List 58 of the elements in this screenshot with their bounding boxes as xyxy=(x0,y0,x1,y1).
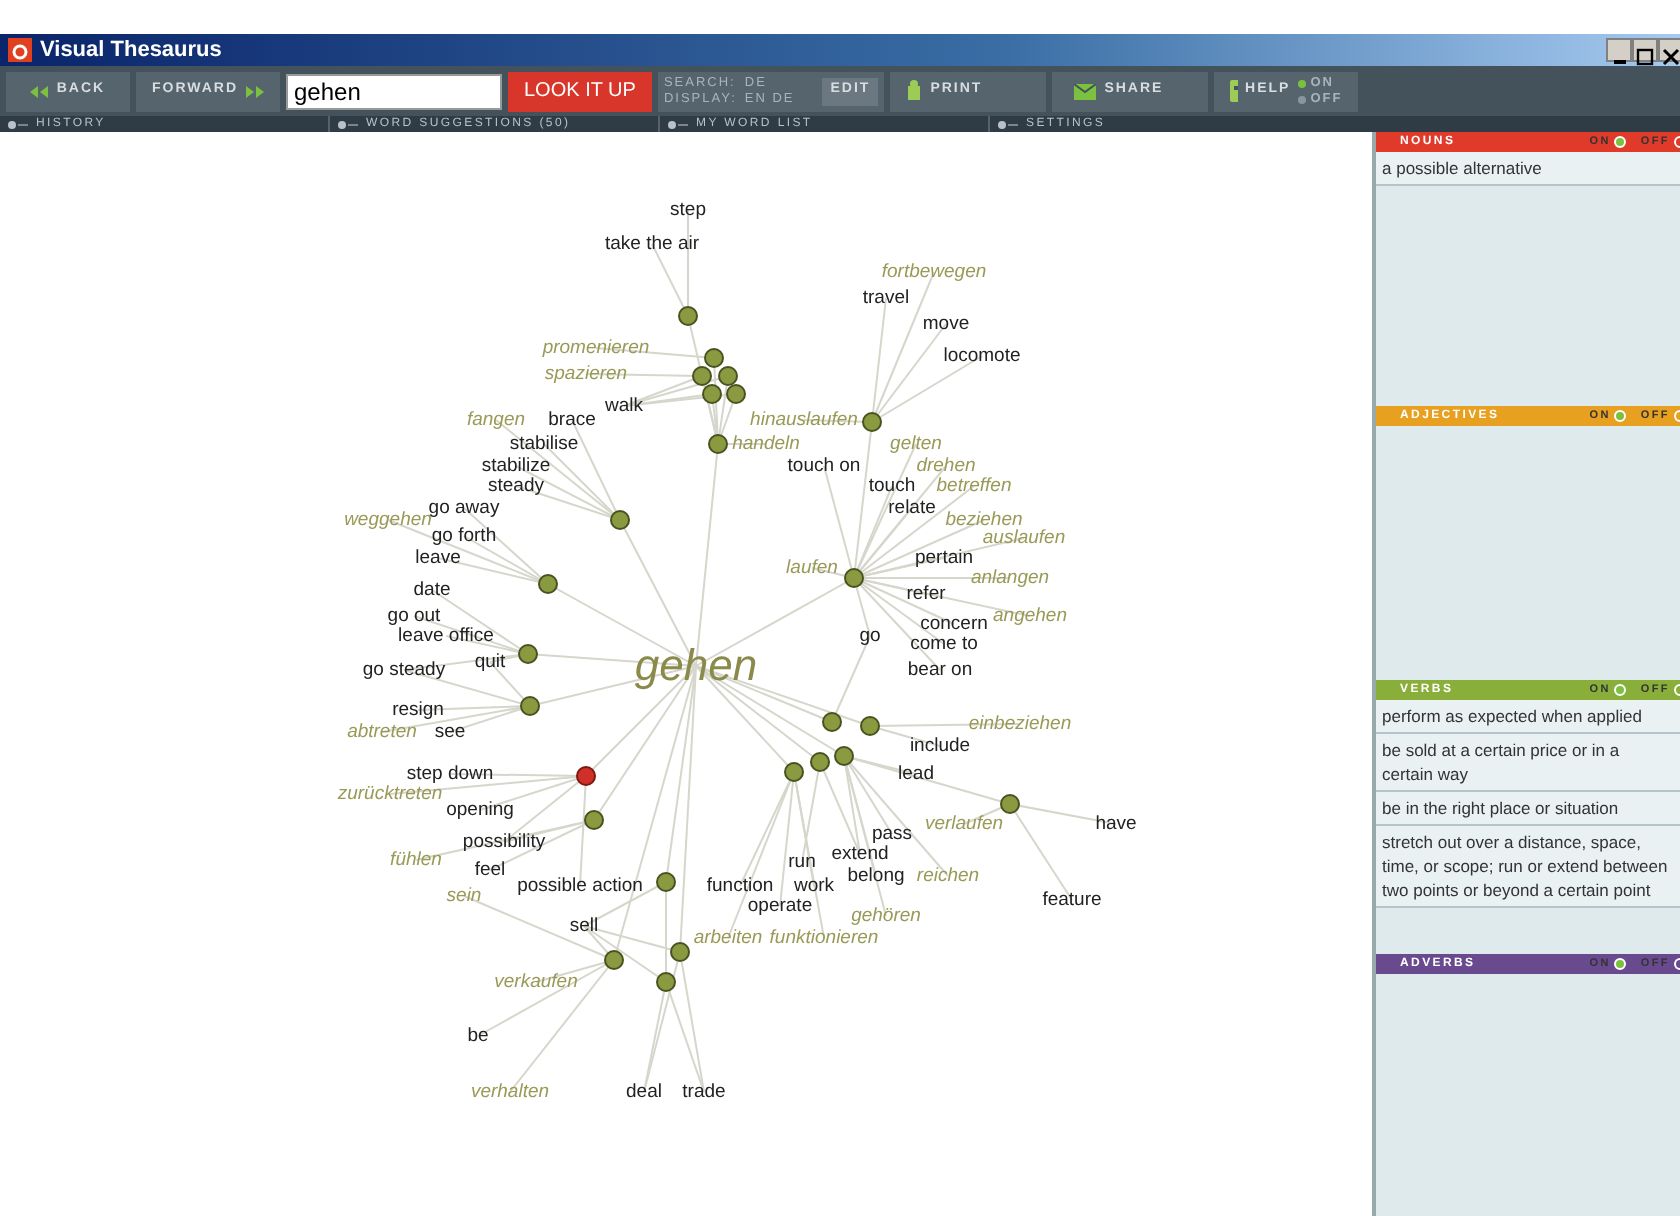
synonym-word[interactable]: deal xyxy=(626,1082,662,1102)
synonym-word[interactable]: operate xyxy=(747,896,813,916)
synonym-word[interactable]: step down xyxy=(406,764,494,784)
synonym-word[interactable]: work xyxy=(793,876,835,896)
synonym-word[interactable]: stabilise xyxy=(509,434,579,454)
synonym-word[interactable]: possible action xyxy=(517,876,643,896)
definition-item[interactable]: be in the right place or situation xyxy=(1376,792,1680,826)
synonym-word[interactable]: pertain xyxy=(914,548,974,568)
synonym-word[interactable]: run xyxy=(788,852,816,872)
synonym-word[interactable]: go away xyxy=(428,498,500,518)
synonym-word[interactable]: quit xyxy=(474,652,506,672)
definition-item[interactable]: a possible alternative xyxy=(1376,152,1680,186)
synonym-word[interactable]: take the air xyxy=(605,234,699,254)
synonym-word[interactable]: step xyxy=(670,200,706,220)
synonym-word[interactable]: leave xyxy=(415,548,461,568)
definition-item[interactable]: perform as expected when applied xyxy=(1376,700,1680,734)
synonym-word[interactable]: go steady xyxy=(362,660,446,680)
synonym-word[interactable]: concern xyxy=(920,614,988,634)
synonym-word[interactable]: belong xyxy=(847,866,905,886)
synonym-word[interactable]: trade xyxy=(682,1082,726,1102)
window-title: Visual Thesaurus xyxy=(40,35,222,66)
center-word[interactable]: gehen xyxy=(634,644,758,688)
definition-item[interactable]: stretch out over a distance, space, time, or scope; run or extend between two points or beyond a certain point xyxy=(1376,826,1680,908)
synonym-word[interactable]: locomote xyxy=(943,346,1021,366)
synonym-word[interactable]: steady xyxy=(488,476,544,496)
search-field[interactable]: gehen xyxy=(286,73,502,109)
synonym-word[interactable]: extend xyxy=(831,844,889,864)
synonym-word[interactable]: stabilize xyxy=(481,456,551,476)
synonym-word[interactable]: be xyxy=(467,1026,489,1046)
synonym-word[interactable]: sell xyxy=(569,916,599,936)
synonym-word[interactable]: travel xyxy=(862,288,910,308)
synonym-word[interactable]: leave office xyxy=(398,626,494,646)
synonym-word[interactable]: move xyxy=(922,314,970,334)
synonym-word[interactable]: relate xyxy=(888,498,936,518)
synonym-word[interactable]: brace xyxy=(548,410,596,430)
synonym-word[interactable]: have xyxy=(1095,814,1137,834)
definition-item[interactable]: be sold at a certain price or in a certain way xyxy=(1376,734,1680,792)
synonym-word[interactable]: pass xyxy=(871,824,913,844)
look-it-up-button[interactable]: LOOK IT UP xyxy=(508,71,652,111)
synonym-word[interactable]: feature xyxy=(1042,890,1102,910)
synonym-word[interactable]: date xyxy=(413,580,451,600)
synonym-word[interactable]: touch xyxy=(868,476,916,496)
synonym-word[interactable]: opening xyxy=(446,800,514,820)
synonym-word[interactable]: refer xyxy=(906,584,946,604)
synonym-word[interactable]: go out xyxy=(387,606,441,626)
synonym-word[interactable]: lead xyxy=(898,764,934,784)
synonym-word[interactable]: feel xyxy=(474,860,506,880)
synonym-word[interactable]: function xyxy=(706,876,774,896)
synonym-word[interactable]: come to xyxy=(910,634,978,654)
synonym-word[interactable]: go forth xyxy=(431,526,497,546)
synonym-word[interactable]: resign xyxy=(392,700,444,720)
synonym-word[interactable]: possibility xyxy=(462,832,546,852)
synonym-word[interactable]: touch on xyxy=(787,456,861,476)
synonym-word[interactable]: walk xyxy=(605,396,643,416)
synonym-word[interactable]: bear on xyxy=(907,660,973,680)
synonym-word[interactable]: include xyxy=(909,736,971,756)
synonym-word[interactable]: see xyxy=(434,722,466,742)
synonym-word[interactable]: go xyxy=(859,626,881,646)
